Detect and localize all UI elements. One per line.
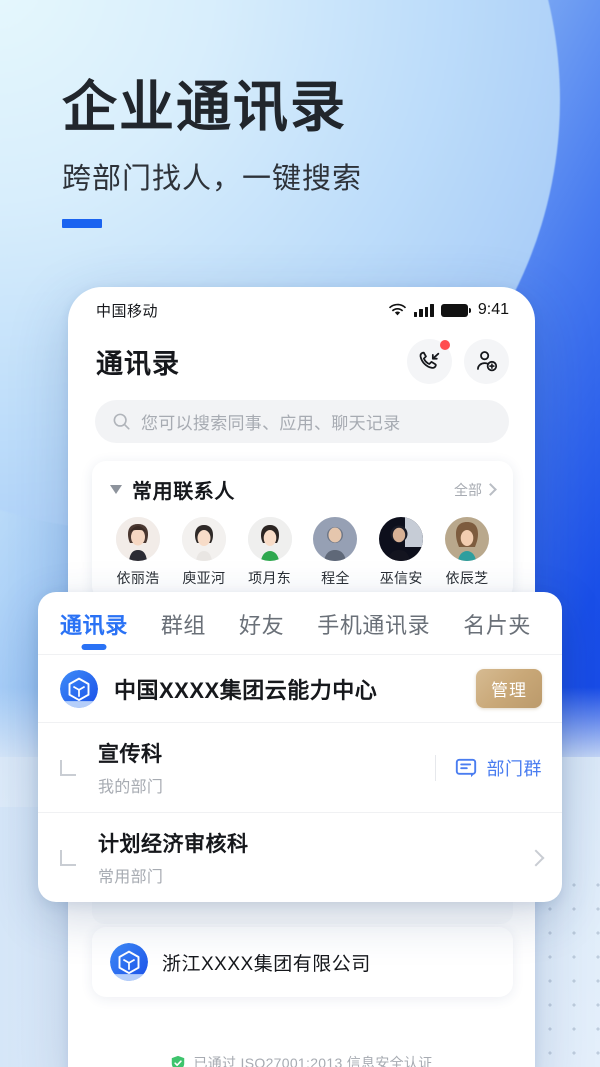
list-item[interactable]: 依辰芝 <box>437 517 497 588</box>
tab-label: 群组 <box>160 613 207 638</box>
tab-active-underline <box>81 644 107 650</box>
list-item[interactable]: 项月东 <box>240 517 300 588</box>
manage-button[interactable]: 管理 <box>476 669 542 708</box>
avatar-photo-icon <box>247 517 292 561</box>
contact-name: 程全 <box>321 570 350 586</box>
tab-groups[interactable]: 群组 <box>161 608 206 654</box>
contact-name: 项月东 <box>248 570 292 586</box>
page-title: 通讯录 <box>96 349 180 379</box>
cube-logo-icon <box>110 943 148 981</box>
shield-check-icon <box>172 1055 185 1067</box>
hero-section: 企业通讯录 跨部门找人，一键搜索 <box>62 76 522 229</box>
tab-bar: 通讯录 群组 好友 手机通讯录 名片夹 <box>38 592 562 655</box>
tab-label: 名片夹 <box>463 613 532 638</box>
carrier-label: 中国移动 <box>96 302 159 320</box>
avatar <box>313 517 358 561</box>
battery-icon <box>440 303 472 317</box>
header-actions <box>407 339 509 384</box>
certification-notice: 已通过 ISO27001:2013 信息安全认证 <box>68 1053 535 1067</box>
department-row[interactable]: 计划经济审核科 常用部门 <box>38 813 562 902</box>
department-name: 计划经济审核科 <box>98 833 249 856</box>
tab-contacts[interactable]: 通讯录 <box>60 608 128 654</box>
frequent-contacts-title: 常用联系人 <box>132 481 235 503</box>
frequent-contacts-card: 常用联系人 全部 依丽浩 庾亚河 项月东 程全 巫信安 依辰芝 <box>92 461 513 600</box>
tab-friends[interactable]: 好友 <box>239 608 284 654</box>
frequent-contacts-title-group[interactable]: 常用联系人 <box>110 475 235 504</box>
person-add-icon <box>477 351 498 372</box>
contact-name: 巫信安 <box>379 570 423 586</box>
department-subtitle: 常用部门 <box>98 869 164 886</box>
avatar <box>116 517 160 561</box>
chevron-right-icon <box>484 483 497 496</box>
tree-corner-icon <box>60 759 76 776</box>
status-bar-right: 9:41 <box>388 301 509 319</box>
cube-logo-icon <box>60 669 98 708</box>
avatar <box>379 517 424 561</box>
wifi-icon <box>388 303 406 316</box>
department-row[interactable]: 宣传科 我的部门 部门群 <box>38 723 562 813</box>
status-time: 9:41 <box>477 301 509 318</box>
search-input[interactable]: 您可以搜索同事、应用、聊天记录 <box>95 400 509 443</box>
add-contact-button[interactable] <box>464 339 509 384</box>
avatar-photo-icon <box>313 517 358 561</box>
contact-name: 依辰芝 <box>445 570 489 586</box>
hero-title: 企业通讯录 <box>62 76 348 138</box>
department-group-label: 部门群 <box>486 758 542 779</box>
avatar-photo-icon <box>181 517 226 561</box>
company-name: 浙江XXXX集团有限公司 <box>162 953 371 975</box>
avatar <box>247 517 292 561</box>
tree-corner-icon <box>60 849 76 866</box>
search-placeholder: 您可以搜索同事、应用、聊天记录 <box>141 414 401 433</box>
tab-label: 手机通讯录 <box>317 613 431 638</box>
department-subtitle: 我的部门 <box>98 779 164 796</box>
all-label: 全部 <box>454 481 482 498</box>
chevron-right-icon[interactable] <box>527 849 545 866</box>
search-icon <box>113 413 130 430</box>
organization-row[interactable]: 中国XXXX集团云能力中心 管理 <box>38 655 562 723</box>
contacts-overlay-card: 通讯录 群组 好友 手机通讯录 名片夹 中国XXXX集团云能力中心 管理 宣传科… <box>38 592 562 902</box>
avatar-photo-icon <box>116 517 160 561</box>
department-group-button[interactable]: 部门群 <box>434 754 543 781</box>
frequent-contacts-header: 常用联系人 全部 <box>106 475 499 504</box>
list-item[interactable]: 巫信安 <box>371 517 431 588</box>
status-bar: 中国移动 9:41 <box>68 287 535 333</box>
avatar-photo-icon <box>444 517 489 561</box>
tab-label: 好友 <box>239 613 285 638</box>
hero-subtitle: 跨部门找人，一键搜索 <box>62 163 363 196</box>
app-header: 通讯录 <box>68 333 535 384</box>
tab-card-holder[interactable]: 名片夹 <box>463 608 531 654</box>
organization-name: 中国XXXX集团云能力中心 <box>114 677 378 703</box>
frequent-contacts-avatars: 依丽浩 庾亚河 项月东 程全 巫信安 依辰芝 <box>106 517 499 588</box>
list-item[interactable]: 庾亚河 <box>174 517 234 588</box>
phone-incoming-icon <box>419 351 440 369</box>
department-name: 宣传科 <box>98 743 163 766</box>
avatar <box>444 517 489 561</box>
avatar-photo-icon <box>379 517 424 561</box>
department-text: 宣传科 我的部门 <box>98 738 435 797</box>
call-history-button[interactable] <box>407 339 452 384</box>
hero-accent-rule <box>62 219 102 229</box>
tab-label: 通讯录 <box>60 613 128 638</box>
department-text: 计划经济审核科 常用部门 <box>98 828 530 887</box>
cellular-signal-icon <box>413 303 434 317</box>
contact-name: 依丽浩 <box>116 570 160 586</box>
chat-group-icon <box>455 758 476 777</box>
tab-phone-contacts[interactable]: 手机通讯录 <box>317 608 430 654</box>
contact-name: 庾亚河 <box>182 570 226 586</box>
caret-down-icon[interactable] <box>110 485 122 494</box>
frequent-contacts-all-link[interactable]: 全部 <box>454 480 497 500</box>
avatar <box>181 517 226 561</box>
list-item[interactable]: 依丽浩 <box>108 517 168 588</box>
company-row[interactable]: 浙江XXXX集团有限公司 <box>92 927 513 997</box>
unread-badge <box>440 340 450 350</box>
certification-text: 已通过 ISO27001:2013 信息安全认证 <box>193 1055 433 1067</box>
list-item[interactable]: 程全 <box>305 517 365 588</box>
